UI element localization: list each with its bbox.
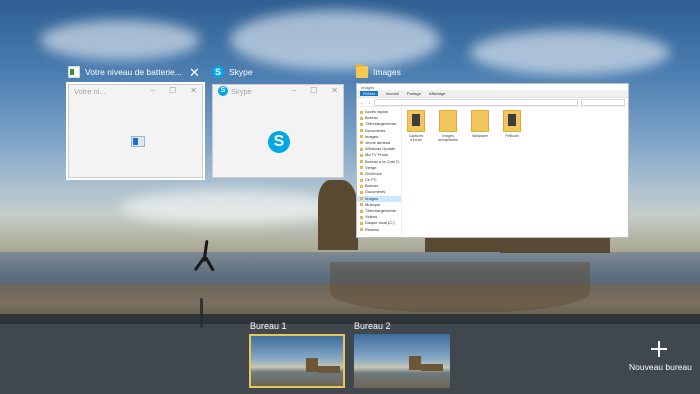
wallpaper-cloud	[120, 190, 340, 225]
wallpaper-rock	[318, 366, 340, 373]
skype-icon: S	[212, 66, 224, 78]
close-icon: ✕	[190, 86, 197, 95]
wallpaper-rock	[306, 358, 318, 372]
nav-item: Réseau	[357, 227, 401, 233]
file-item: Captures d'écran	[405, 110, 427, 142]
new-desktop-plus-icon[interactable]	[651, 341, 667, 357]
battery-icon	[131, 136, 145, 147]
virtual-desktops-bar	[0, 314, 700, 394]
explorer-nav-pane: Accès rapide Bureau Téléchargements Docu…	[357, 106, 402, 237]
file-item: Images enregistrées	[437, 110, 459, 142]
ribbon-tab: Accueil	[386, 91, 399, 96]
forward-arrow-icon: →	[367, 99, 371, 105]
folder-icon	[439, 110, 457, 132]
wallpaper-rock-reflection	[330, 262, 590, 312]
ribbon-tab: Affichage	[428, 91, 446, 96]
skype-logo-icon: S	[268, 131, 290, 153]
maximize-icon: ☐	[310, 86, 318, 95]
ribbon-tab: Partage	[406, 91, 421, 96]
minimize-icon: –	[291, 86, 297, 95]
close-icon[interactable]: ✕	[189, 66, 200, 79]
window-controls: – ☐ ✕	[151, 87, 197, 95]
address-box	[374, 98, 578, 106]
folder-icon	[356, 64, 368, 78]
wallpaper-rock	[409, 356, 421, 370]
explorer-ribbon: Fichier Accueil Partage Affichage	[357, 90, 628, 98]
window-controls: – ☐ ✕	[292, 87, 338, 95]
wallpaper-rock	[421, 364, 443, 371]
window-title-text: Skype	[229, 67, 253, 77]
thumbnail-titlebar: Votre ni... – ☐ ✕	[69, 85, 202, 97]
skype-icon: S	[218, 86, 228, 96]
desktop-label-1[interactable]: Bureau 1	[250, 321, 287, 331]
back-arrow-icon: ←	[360, 99, 364, 105]
thumbnail-titlebar: S Skype – ☐ ✕	[213, 85, 343, 97]
desktop-thumbnail-1[interactable]	[249, 334, 345, 388]
desktop-label-2[interactable]: Bureau 2	[354, 321, 391, 331]
window-thumbnail-skype[interactable]: S Skype – ☐ ✕ S	[212, 84, 344, 178]
file-item: Pellicule	[501, 110, 523, 142]
window-thumbnail-images[interactable]: Images Fichier Accueil Partage Affichage…	[356, 83, 629, 238]
file-name: Images enregistrées	[438, 134, 458, 142]
thumbnail-title: Skype	[231, 86, 252, 96]
file-name: Captures d'écran	[408, 134, 424, 142]
explorer-file-grid: Captures d'écran Images enregistrées Wal…	[405, 110, 523, 142]
battery-app-icon	[68, 66, 80, 78]
window-title-images[interactable]: Images	[356, 64, 401, 79]
close-icon: ✕	[331, 86, 338, 95]
ribbon-tab: Fichier	[360, 91, 379, 96]
desktop-thumbnail-2[interactable]	[354, 334, 450, 388]
window-thumbnail-battery[interactable]: Votre ni... – ☐ ✕	[66, 82, 205, 180]
search-box	[581, 98, 625, 106]
wallpaper-cloud	[230, 10, 440, 70]
wallpaper-cloud	[470, 30, 670, 75]
new-desktop-button[interactable]: Nouveau bureau	[629, 362, 692, 372]
file-name: Pellicule	[505, 134, 519, 138]
folder-icon	[471, 110, 489, 132]
folder-icon	[503, 110, 521, 132]
window-title-battery[interactable]: Votre niveau de batterie...	[68, 65, 182, 79]
window-title-text: Votre niveau de batterie...	[85, 67, 182, 77]
wallpaper-rock	[318, 180, 358, 250]
wallpaper-cloud	[40, 20, 200, 60]
minimize-icon: –	[150, 86, 156, 95]
file-name: Wallpaper	[471, 134, 489, 138]
explorer-title: Images	[361, 84, 375, 90]
maximize-icon: ☐	[169, 86, 177, 95]
window-title-text: Images	[373, 67, 401, 77]
folder-icon	[407, 110, 425, 132]
thumbnail-title: Votre ni...	[74, 86, 106, 96]
file-item: Wallpaper	[469, 110, 491, 142]
window-title-skype[interactable]: S Skype	[212, 65, 253, 79]
